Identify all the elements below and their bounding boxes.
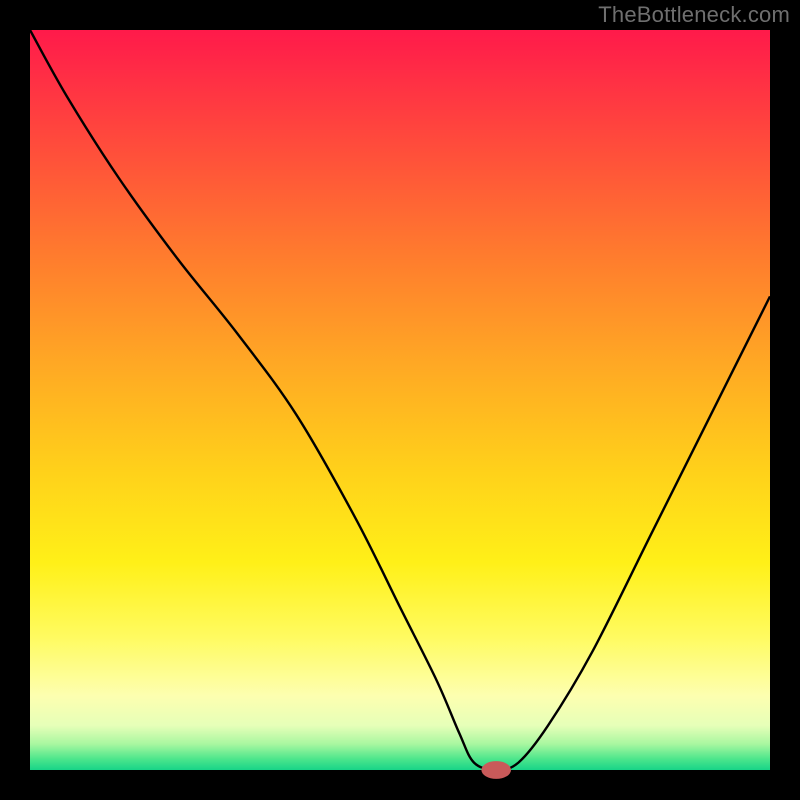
chart-frame: TheBottleneck.com	[0, 0, 800, 800]
plot-background	[30, 30, 770, 770]
watermark-text: TheBottleneck.com	[598, 2, 790, 28]
optimal-point-marker	[481, 761, 511, 779]
bottleneck-chart	[0, 0, 800, 800]
